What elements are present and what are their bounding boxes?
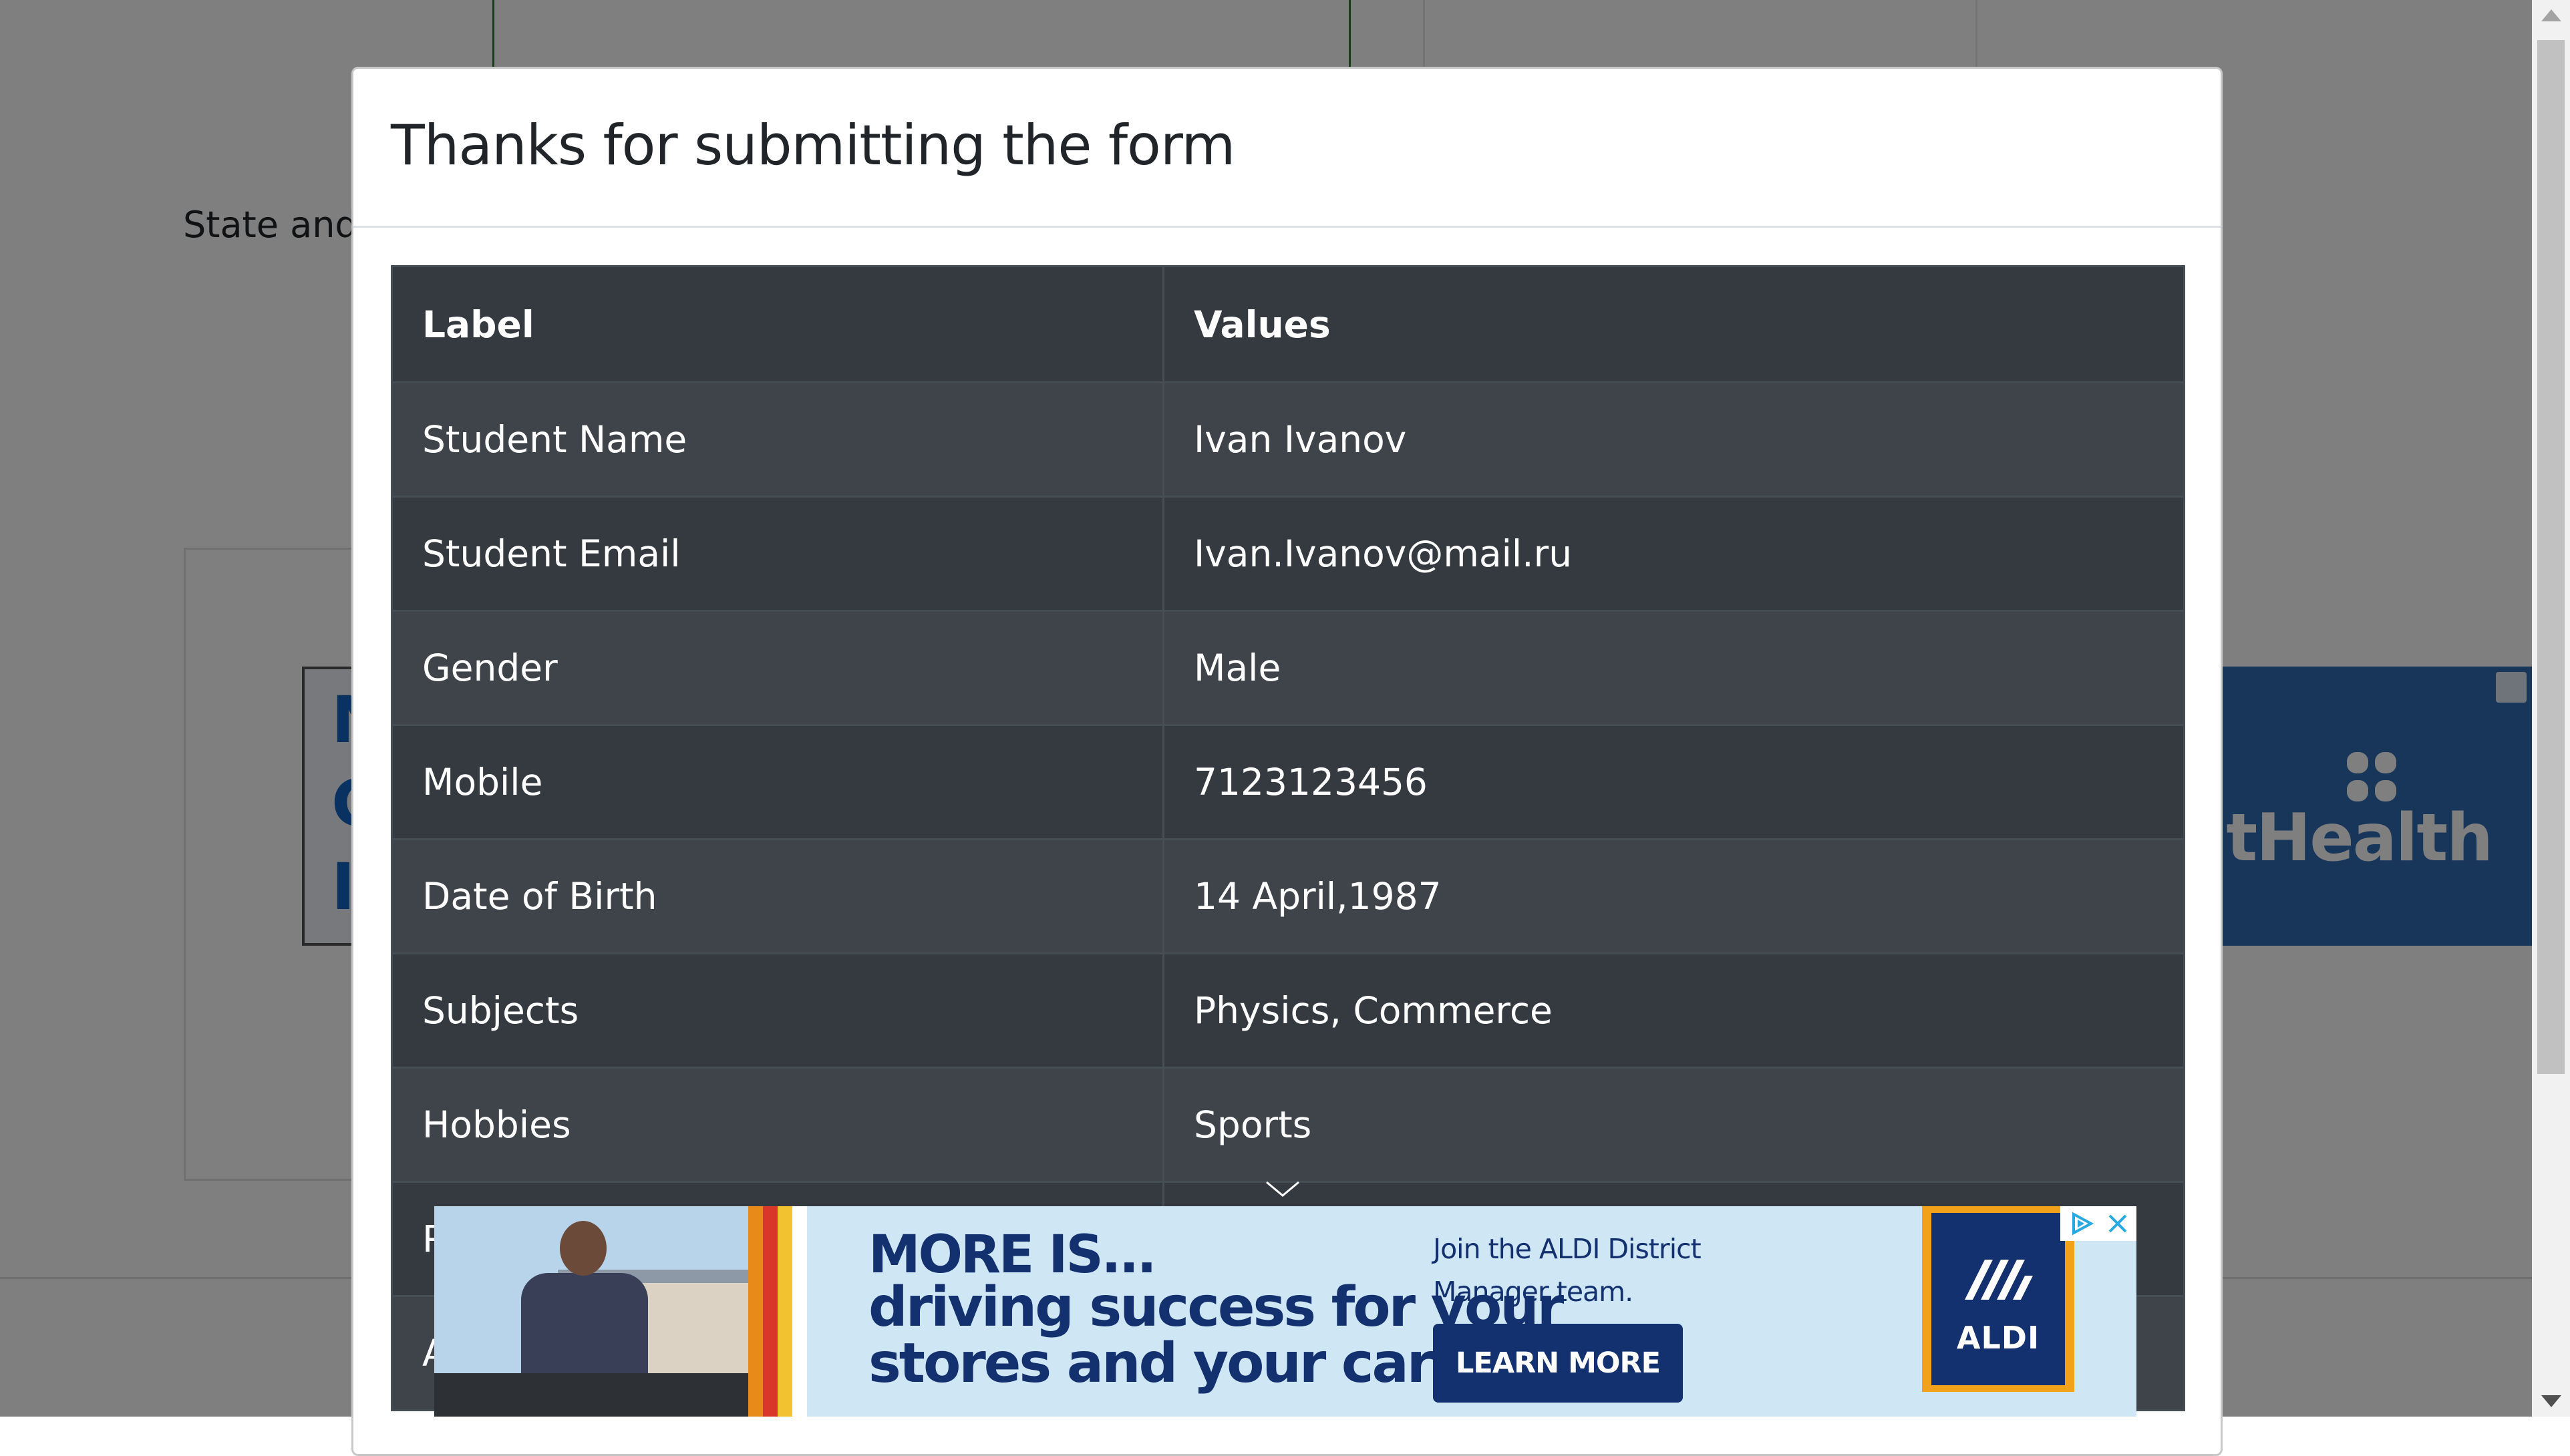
row-label: Mobile (391, 724, 1164, 840)
row-label: Student Name (391, 381, 1164, 498)
ad-stripe (778, 1206, 792, 1417)
ad-controls (2060, 1206, 2136, 1241)
page-scrollbar[interactable] (2532, 0, 2570, 1417)
table-row: Mobile 7123123456 (391, 724, 2185, 840)
table-row: Student Name Ivan Ivanov (391, 381, 2185, 498)
row-value: Ivan Ivanov (1162, 381, 2185, 498)
table-row: Subjects Physics, Commerce (391, 952, 2185, 1069)
row-label: Date of Birth (391, 838, 1164, 954)
table-row: Date of Birth 14 April,1987 (391, 838, 2185, 954)
ad-stripe (748, 1206, 763, 1417)
row-label: Student Email (391, 496, 1164, 612)
ad-photo (434, 1206, 758, 1417)
scroll-up-icon[interactable] (2541, 9, 2561, 21)
close-icon[interactable] (2104, 1210, 2131, 1237)
column-header-label: Label (391, 265, 1164, 383)
row-value: Physics, Commerce (1162, 952, 2185, 1069)
ad-stripe (763, 1206, 778, 1417)
modal-title: Thanks for submitting the form (391, 113, 1235, 178)
bottom-ad-banner[interactable]: MORE IS... driving success for your stor… (434, 1206, 2136, 1417)
learn-more-button[interactable]: LEARN MORE (1433, 1324, 1683, 1403)
column-header-values: Values (1162, 265, 2185, 383)
scroll-thumb[interactable] (2537, 40, 2565, 1074)
modal-header: Thanks for submitting the form (353, 69, 2221, 228)
chevron-down-icon[interactable] (1264, 1179, 1301, 1198)
ad-photo-person-head (560, 1221, 607, 1276)
ad-choices-icon[interactable] (2068, 1212, 2095, 1236)
table-row: Student Email Ivan.Ivanov@mail.ru (391, 496, 2185, 612)
table-row: Gender Male (391, 610, 2185, 726)
table-header-row: Label Values (391, 265, 2185, 383)
row-label: Subjects (391, 952, 1164, 1069)
row-label: Gender (391, 610, 1164, 726)
row-value: 7123123456 (1162, 724, 2185, 840)
row-label: Hobbies (391, 1067, 1164, 1183)
ad-subtext: Join the ALDI District Manager team. (1433, 1233, 1702, 1308)
ad-stripe (792, 1206, 807, 1417)
row-value: Ivan.Ivanov@mail.ru (1162, 496, 2185, 612)
aldi-stripes-icon (1965, 1260, 2033, 1300)
row-value: Male (1162, 610, 2185, 726)
aldi-logo: ALDI (1922, 1206, 2074, 1392)
row-value: Sports (1162, 1067, 2185, 1183)
aldi-logo-inner: ALDI (1931, 1213, 2065, 1385)
table-row: Hobbies Sports (391, 1067, 2185, 1183)
row-value: 14 April,1987 (1162, 838, 2185, 954)
scroll-down-icon[interactable] (2541, 1395, 2561, 1407)
ad-photo-car (434, 1373, 748, 1417)
aldi-logo-text: ALDI (1956, 1320, 2040, 1356)
